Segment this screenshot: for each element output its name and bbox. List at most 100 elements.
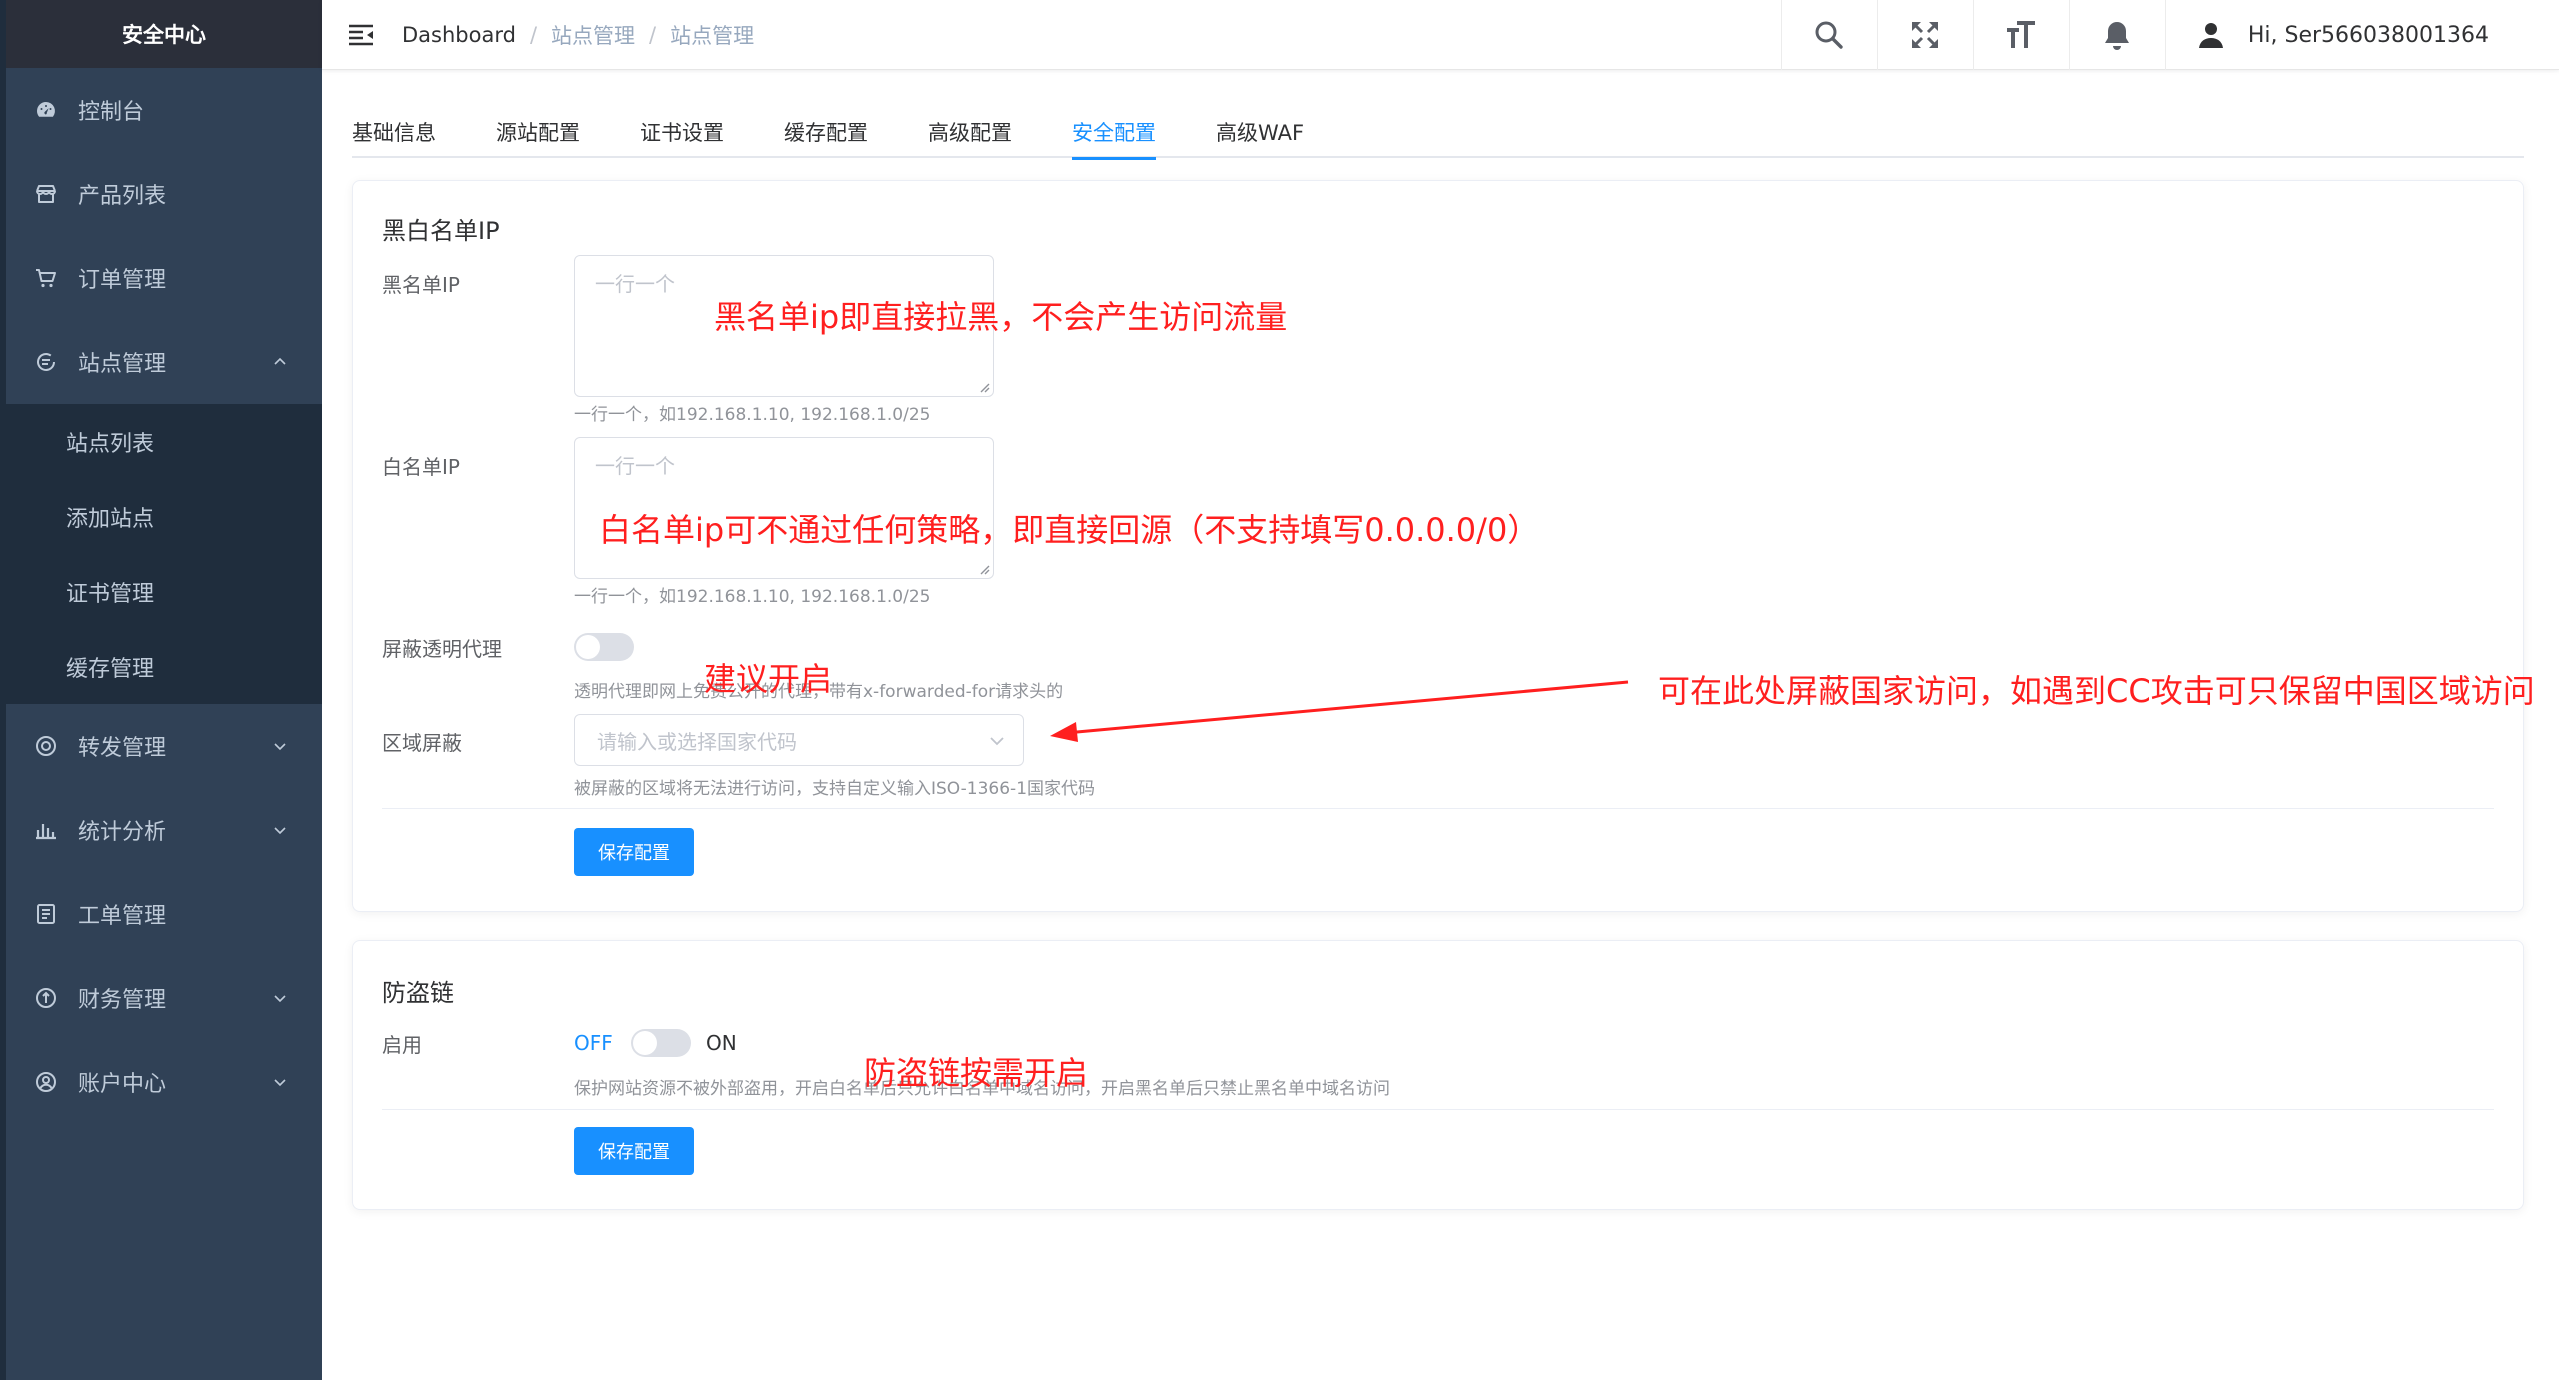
search-button[interactable]: [1780, 0, 1877, 70]
sidebar-item-sites[interactable]: 站点管理: [6, 320, 322, 404]
submenu-item-certificates[interactable]: 证书管理: [6, 554, 322, 629]
chart-icon: [34, 818, 58, 842]
ip-section-title: 黑白名单IP: [382, 217, 500, 245]
whitelist-placeholder: 一行一个: [595, 454, 675, 478]
region-select[interactable]: 请输入或选择国家代码: [574, 714, 1024, 766]
sidebar-item-orders[interactable]: 订单管理: [6, 236, 322, 320]
sidebar-item-label: 统计分析: [78, 820, 167, 845]
sidebar-item-account[interactable]: 账户中心: [6, 1040, 322, 1124]
tab-origin[interactable]: 源站配置: [496, 106, 580, 158]
sidebar-item-label: 财务管理: [78, 988, 167, 1013]
section-divider: [382, 808, 2494, 809]
sidebar-item-label: 产品列表: [78, 184, 167, 209]
user-icon: [2198, 23, 2223, 48]
app-root: 安全中心 控制台 产品列表 订单管理 站点管理 站点列表 添加站点 证书管理 缓…: [0, 0, 2559, 1380]
region-placeholder: 请输入或选择国家代码: [597, 729, 797, 754]
breadcrumb-dashboard[interactable]: Dashboard: [402, 23, 516, 47]
breadcrumb-separator: /: [529, 22, 538, 47]
annotation-region: 可在此处屏蔽国家访问，如遇到CC攻击可只保留中国区域访问: [1658, 672, 2535, 710]
cart-icon: [34, 266, 58, 290]
proxy-toggle[interactable]: [574, 633, 634, 661]
region-label: 区域屏蔽: [382, 731, 462, 755]
font-size-icon: [2007, 21, 2036, 48]
annotation-proxy: 建议开启: [704, 660, 833, 698]
chevron-down-icon: [274, 827, 286, 835]
resize-grip-icon: [980, 565, 990, 575]
user-menu[interactable]: Hi, Ser566038001364: [2164, 0, 2559, 70]
top-header: Dashboard / 站点管理 / 站点管理 Hi, Ser566038001…: [322, 0, 2559, 70]
chevron-down-icon: [274, 743, 286, 751]
hamburger-icon[interactable]: [346, 20, 376, 50]
annotation-whitelist: 白名单ip可不通过任何策略，即直接回源（不支持填写0.0.0.0/0）: [599, 511, 1540, 549]
annotation-blacklist: 黑名单ip即直接拉黑，不会产生访问流量: [714, 298, 1288, 336]
bell-icon: [2105, 22, 2130, 50]
tab-waf[interactable]: 高级WAF: [1216, 106, 1304, 158]
sidebar-item-forwarding[interactable]: 转发管理: [6, 704, 322, 788]
hotlink-off-label: OFF: [574, 1031, 613, 1055]
search-icon: [1815, 21, 1844, 49]
store-icon: [34, 182, 58, 206]
sidebar: 安全中心 控制台 产品列表 订单管理 站点管理 站点列表 添加站点 证书管理 缓…: [0, 0, 322, 1380]
submenu-item-add-site[interactable]: 添加站点: [6, 479, 322, 554]
finance-icon: [34, 986, 58, 1010]
forward-icon: [34, 734, 58, 758]
sidebar-item-dashboard[interactable]: 控制台: [6, 68, 322, 152]
font-size-button[interactable]: [1972, 0, 2069, 70]
fullscreen-button[interactable]: [1876, 0, 1973, 70]
fullscreen-icon: [1912, 22, 1939, 48]
sidebar-item-label: 转发管理: [78, 736, 167, 761]
sidebar-item-finance[interactable]: 财务管理: [6, 956, 322, 1040]
sidebar-item-statistics[interactable]: 统计分析: [6, 788, 322, 872]
chevron-down-icon: [990, 737, 1004, 746]
chevron-down-icon: [274, 995, 286, 1003]
header-actions: Hi, Ser566038001364: [1780, 0, 2559, 70]
sidebar-title: 安全中心: [6, 0, 322, 68]
account-icon: [34, 1070, 58, 1094]
submenu-item-site-list[interactable]: 站点列表: [6, 404, 322, 479]
dashboard-icon: [34, 98, 58, 122]
sidebar-item-label: 工单管理: [78, 904, 167, 929]
ticket-icon: [34, 902, 58, 926]
whitelist-hint: 一行一个，如192.168.1.10, 192.168.1.0/25: [574, 587, 931, 607]
toggle-knob: [576, 635, 600, 659]
tab-advanced[interactable]: 高级配置: [928, 106, 1012, 158]
chevron-up-icon: [274, 357, 286, 365]
breadcrumb-separator: /: [649, 22, 657, 47]
chevron-down-icon: [274, 1079, 286, 1087]
user-greeting: Hi, Ser566038001364: [2247, 22, 2489, 48]
region-hint: 被屏蔽的区域将无法进行访问，支持自定义输入ISO-1366-1国家代码: [574, 779, 1096, 799]
notification-button[interactable]: [2068, 0, 2165, 70]
hotlink-card: 防盗链 启用 OFF ON 保护网站资源不被外部盗用，开启白名单后只允许白名单中…: [352, 940, 2524, 1210]
site-submenu: 站点列表 添加站点 证书管理 缓存管理: [6, 404, 322, 704]
site-icon: [34, 350, 58, 374]
sidebar-item-label: 控制台: [78, 100, 145, 125]
resize-grip-icon: [980, 383, 990, 393]
toggle-knob: [633, 1031, 657, 1055]
proxy-label: 屏蔽透明代理: [382, 637, 502, 661]
blacklist-placeholder: 一行一个: [595, 272, 675, 296]
sidebar-item-products[interactable]: 产品列表: [6, 152, 322, 236]
blacklist-hint: 一行一个，如192.168.1.10, 192.168.1.0/25: [574, 405, 931, 425]
tab-basic-info[interactable]: 基础信息: [352, 106, 436, 158]
hotlink-on-label: ON: [706, 1031, 737, 1055]
sidebar-item-label: 订单管理: [78, 268, 167, 293]
breadcrumb: Dashboard / 站点管理 / 站点管理: [402, 20, 754, 50]
breadcrumb-site-management[interactable]: 站点管理: [551, 20, 635, 50]
tab-certificate[interactable]: 证书设置: [640, 106, 724, 158]
hotlink-enable-label: 启用: [382, 1033, 422, 1057]
tab-security[interactable]: 安全配置: [1072, 106, 1156, 160]
annotation-arrow-icon: [1050, 680, 1629, 742]
breadcrumb-current: 站点管理: [670, 23, 755, 48]
sidebar-item-label: 站点管理: [78, 352, 167, 377]
blacklist-label: 黑名单IP: [382, 273, 460, 297]
annotation-hotlink: 防盗链按需开启: [864, 1054, 1089, 1092]
sidebar-item-label: 账户中心: [78, 1072, 167, 1097]
sidebar-item-tickets[interactable]: 工单管理: [6, 872, 322, 956]
submenu-item-cache[interactable]: 缓存管理: [6, 629, 322, 704]
tab-cache[interactable]: 缓存配置: [784, 106, 868, 158]
config-tabs: 基础信息 源站配置 证书设置 缓存配置 高级配置 安全配置 高级WAF: [352, 106, 2524, 160]
whitelist-label: 白名单IP: [382, 455, 460, 479]
hotlink-toggle[interactable]: [631, 1029, 691, 1057]
save-hotlink-config-button[interactable]: 保存配置: [574, 1127, 694, 1175]
save-ip-config-button[interactable]: 保存配置: [574, 828, 694, 876]
